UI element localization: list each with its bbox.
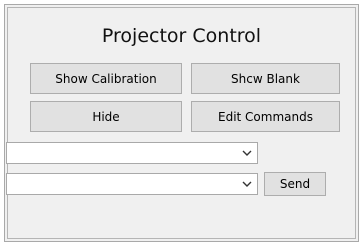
show-blank-button[interactable]: Shcw Blank <box>191 63 340 94</box>
command-select-1[interactable] <box>6 142 258 164</box>
hide-button[interactable]: Hide <box>30 101 182 132</box>
command-select-2[interactable] <box>6 173 258 195</box>
chevron-down-icon[interactable] <box>241 177 253 191</box>
chevron-down-icon[interactable] <box>241 146 253 160</box>
send-button[interactable]: Send <box>264 172 326 196</box>
page-title: Projector Control <box>101 25 262 47</box>
edit-commands-button[interactable]: Edit Commands <box>191 101 340 132</box>
projector-control-window: Projector Control Show Calibration Shcw … <box>4 4 359 242</box>
show-calibration-button[interactable]: Show Calibration <box>30 63 182 94</box>
projector-control-panel: Projector Control Show Calibration Shcw … <box>6 7 356 239</box>
